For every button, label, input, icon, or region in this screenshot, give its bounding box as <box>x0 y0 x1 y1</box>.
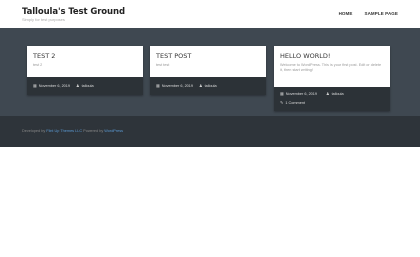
post-card: TEST 2 test 2 ▦ November 6, 2019 ♟ tallo… <box>27 46 143 95</box>
comment-icon: ✎ <box>280 100 284 105</box>
post-title[interactable]: TEST 2 <box>33 52 55 60</box>
footer-prefix: Developed by <box>22 129 46 133</box>
post-comments-link[interactable]: 1 Comment <box>285 101 305 105</box>
calendar-icon: ▦ <box>280 91 284 96</box>
footer-credits: Developed by Flint Up Themes LLC Powered… <box>22 129 123 133</box>
posts-area: TEST 2 test 2 ▦ November 6, 2019 ♟ tallo… <box>0 28 420 116</box>
post-excerpt: Welcome to WordPress. This is your first… <box>280 63 382 73</box>
post-meta: ▦ November 6, 2019 ♟ talloula <box>27 77 143 95</box>
site-title[interactable]: Talloula's Test Ground <box>22 7 125 17</box>
post-date[interactable]: November 6, 2019 <box>286 92 317 96</box>
footer-platform-link[interactable]: WordPress <box>104 129 123 133</box>
post-author[interactable]: talloula <box>205 84 217 88</box>
site-description: Simply for test purposes <box>22 17 65 22</box>
post-title[interactable]: TEST POST <box>156 52 191 60</box>
main-navigation: HOME SAMPLE PAGE <box>339 11 398 16</box>
user-icon: ♟ <box>199 83 203 88</box>
site-footer: Developed by Flint Up Themes LLC Powered… <box>0 116 420 147</box>
post-card: TEST POST test test ▦ November 6, 2019 ♟… <box>150 46 266 95</box>
calendar-icon: ▦ <box>156 83 160 88</box>
site-header: Talloula's Test Ground Simply for test p… <box>0 0 420 28</box>
user-icon: ♟ <box>76 83 80 88</box>
post-author[interactable]: talloula <box>332 92 344 96</box>
post-card: HELLO WORLD! Welcome to WordPress. This … <box>274 46 390 111</box>
post-date[interactable]: November 6, 2019 <box>39 84 70 88</box>
footer-middle: Powered by <box>83 129 104 133</box>
calendar-icon: ▦ <box>33 83 37 88</box>
post-meta: ▦ November 6, 2019 ♟ talloula ✎ 1 Commen… <box>274 87 390 111</box>
nav-item-home[interactable]: HOME <box>339 11 353 16</box>
nav-item-sample-page[interactable]: SAMPLE PAGE <box>364 11 398 16</box>
post-excerpt: test test <box>156 63 170 67</box>
post-excerpt: test 2 <box>33 63 43 67</box>
user-icon: ♟ <box>326 91 330 96</box>
post-date[interactable]: November 6, 2019 <box>162 84 193 88</box>
post-author[interactable]: talloula <box>82 84 94 88</box>
footer-developer-link[interactable]: Flint Up Themes LLC <box>46 129 82 133</box>
post-title[interactable]: HELLO WORLD! <box>280 52 330 60</box>
post-meta: ▦ November 6, 2019 ♟ talloula <box>150 77 266 95</box>
